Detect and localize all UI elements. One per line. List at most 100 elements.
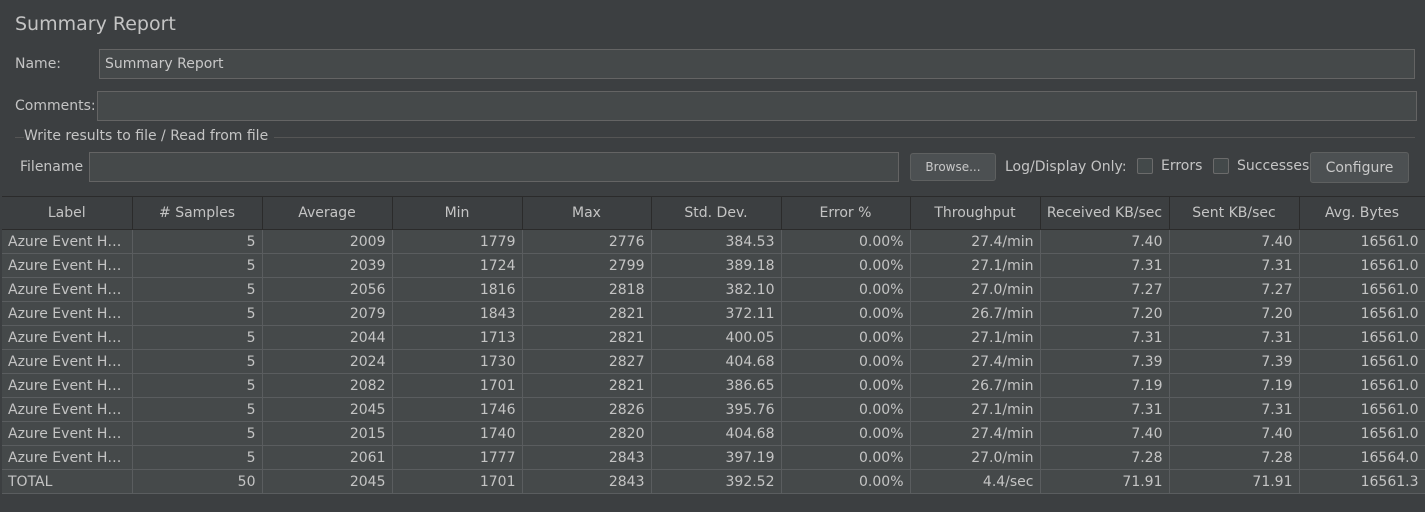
cell-max: 2820 [522,421,652,446]
cell-avg-bytes: 16561.0 [1299,325,1425,350]
cell-error-percent: 0.00% [781,325,911,350]
column-header-average[interactable]: Average [262,197,393,230]
cell-avg-bytes: 16561.0 [1299,421,1425,446]
column-header-sent-kb-sec[interactable]: Sent KB/sec [1169,197,1300,230]
successes-label: Successes [1237,158,1310,174]
cell-std-dev: 372.11 [651,301,782,326]
table-row[interactable]: Azure Event Hub... 5 2009 1779 2776 384.53 0.0… [2,229,1425,254]
cell-max: 2818 [522,277,652,302]
cell-sent-kb-sec: 7.31 [1169,397,1300,422]
column-header-max[interactable]: Max [522,197,652,230]
cell-average: 2024 [262,349,393,374]
cell-received-kb-sec: 7.20 [1040,301,1170,326]
column-header-error-percent[interactable]: Error % [781,197,911,230]
comments-label: Comments: [15,98,96,114]
cell-average: 2009 [262,229,393,254]
cell-sent-kb-sec: 71.91 [1169,469,1300,494]
cell-average: 2056 [262,277,393,302]
table-row[interactable]: Azure Event Hub... 5 2024 1730 2827 404.68 0.0… [2,349,1425,374]
browse-button[interactable]: Browse... [910,153,996,181]
cell-std-dev: 404.68 [651,421,782,446]
cell-sent-kb-sec: 7.19 [1169,373,1300,398]
cell-error-percent: 0.00% [781,469,911,494]
cell-throughput: 26.7/min [910,301,1041,326]
column-header-avg-bytes[interactable]: Avg. Bytes [1299,197,1425,230]
cell-received-kb-sec: 7.31 [1040,325,1170,350]
name-label: Name: [15,56,62,72]
cell-min: 1816 [392,277,523,302]
cell-samples: 5 [132,229,263,254]
table-row[interactable]: Azure Event Hub... 5 2045 1746 2826 395.76 0.0… [2,397,1425,422]
cell-average: 2082 [262,373,393,398]
table-body: Azure Event Hub... 5 2009 1779 2776 384.53 0.0… [2,229,1425,494]
column-header-samples[interactable]: # Samples [132,197,263,230]
cell-samples: 5 [132,397,263,422]
cell-received-kb-sec: 7.40 [1040,229,1170,254]
cell-throughput: 27.4/min [910,229,1041,254]
cell-label: Azure Event Hub... [2,349,133,374]
table-row[interactable]: Azure Event Hub... 5 2015 1740 2820 404.68 0.0… [2,421,1425,446]
table-row[interactable]: Azure Event Hub... 5 2082 1701 2821 386.65 0.0… [2,373,1425,398]
column-header-throughput[interactable]: Throughput [910,197,1041,230]
errors-checkbox[interactable] [1137,158,1153,174]
cell-label: Azure Event Hub... [2,325,133,350]
cell-max: 2843 [522,445,652,470]
filename-input[interactable] [89,152,899,182]
cell-throughput: 27.4/min [910,421,1041,446]
cell-throughput: 27.0/min [910,277,1041,302]
cell-throughput: 4.4/sec [910,469,1041,494]
cell-received-kb-sec: 7.31 [1040,397,1170,422]
comments-input[interactable] [97,91,1417,121]
cell-sent-kb-sec: 7.39 [1169,349,1300,374]
cell-samples: 5 [132,253,263,278]
cell-avg-bytes: 16561.0 [1299,253,1425,278]
cell-avg-bytes: 16561.3 [1299,469,1425,494]
cell-label: Azure Event Hub... [2,397,133,422]
total-row[interactable]: TOTAL 50 2045 1701 2843 392.52 0.00% 4.4/sec 71.… [2,469,1425,494]
cell-max: 2827 [522,349,652,374]
column-header-label[interactable]: Label [2,197,133,230]
file-group-title: Write results to file / Read from file [24,128,275,144]
cell-avg-bytes: 16561.0 [1299,229,1425,254]
cell-received-kb-sec: 7.39 [1040,349,1170,374]
cell-received-kb-sec: 7.28 [1040,445,1170,470]
cell-sent-kb-sec: 7.40 [1169,229,1300,254]
cell-average: 2045 [262,469,393,494]
cell-average: 2079 [262,301,393,326]
cell-error-percent: 0.00% [781,397,911,422]
table-row[interactable]: Azure Event Hub... 5 2056 1816 2818 382.10 0.0… [2,277,1425,302]
table-row[interactable]: Azure Event Hub... 5 2061 1777 2843 397.19 0.0… [2,445,1425,470]
cell-std-dev: 395.76 [651,397,782,422]
cell-throughput: 26.7/min [910,373,1041,398]
column-header-received-kb-sec[interactable]: Received KB/sec [1040,197,1170,230]
cell-received-kb-sec: 71.91 [1040,469,1170,494]
table-row[interactable]: Azure Event Hub... 5 2044 1713 2821 400.05 0.0… [2,325,1425,350]
cell-min: 1701 [392,469,523,494]
cell-min: 1740 [392,421,523,446]
cell-min: 1713 [392,325,523,350]
configure-button[interactable]: Configure [1310,152,1409,183]
cell-samples: 5 [132,421,263,446]
column-header-std-dev[interactable]: Std. Dev. [651,197,782,230]
cell-label: Azure Event Hub... [2,373,133,398]
errors-label: Errors [1161,158,1203,174]
cell-max: 2821 [522,325,652,350]
table-row[interactable]: Azure Event Hub... 5 2079 1843 2821 372.11 0.0… [2,301,1425,326]
cell-label: Azure Event Hub... [2,421,133,446]
cell-avg-bytes: 16561.0 [1299,277,1425,302]
cell-samples: 5 [132,277,263,302]
name-input[interactable] [99,49,1415,79]
cell-min: 1843 [392,301,523,326]
cell-label: Azure Event Hub... [2,301,133,326]
cell-error-percent: 0.00% [781,445,911,470]
cell-received-kb-sec: 7.27 [1040,277,1170,302]
column-header-min[interactable]: Min [392,197,523,230]
cell-average: 2015 [262,421,393,446]
cell-received-kb-sec: 7.31 [1040,253,1170,278]
cell-max: 2776 [522,229,652,254]
table-row[interactable]: Azure Event Hub... 5 2039 1724 2799 389.18 0.0… [2,253,1425,278]
cell-received-kb-sec: 7.19 [1040,373,1170,398]
successes-checkbox[interactable] [1213,158,1229,174]
cell-std-dev: 386.65 [651,373,782,398]
cell-max: 2821 [522,373,652,398]
